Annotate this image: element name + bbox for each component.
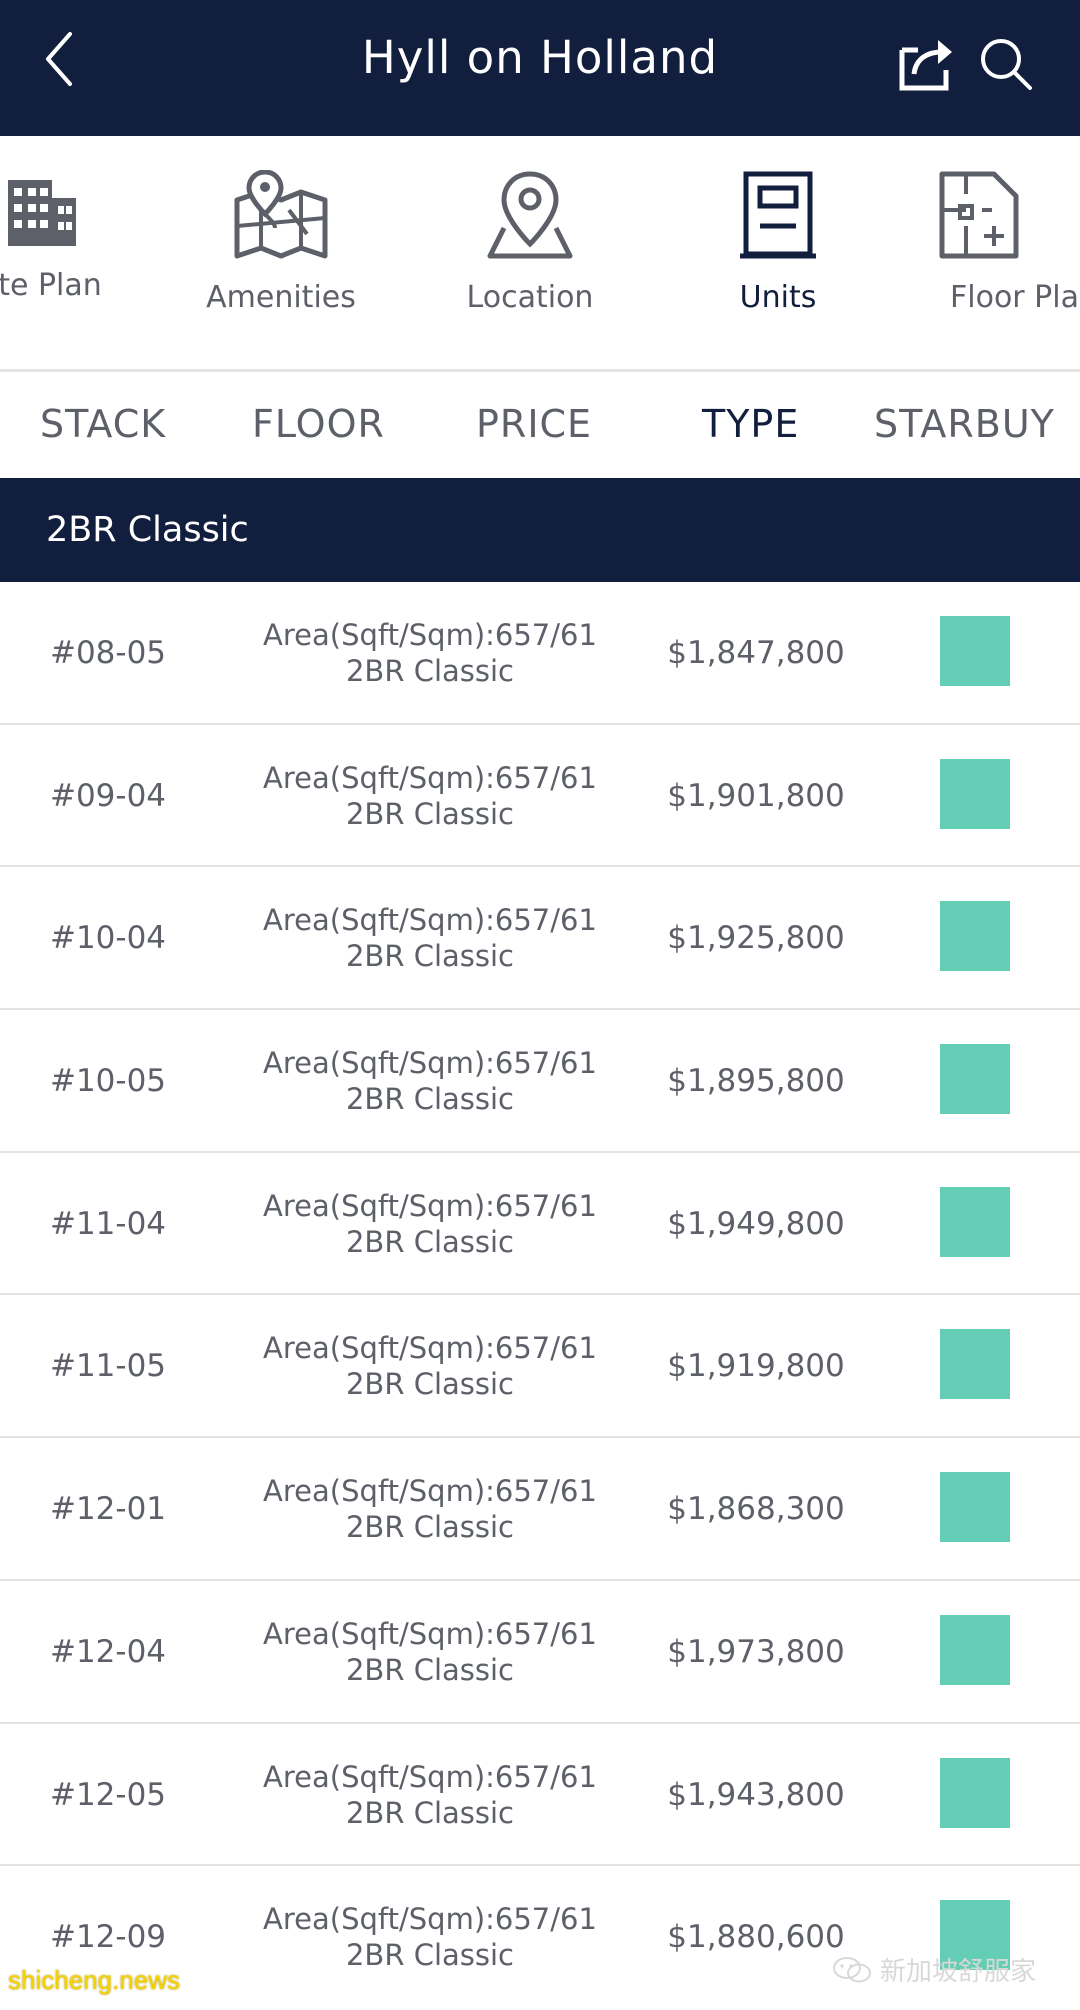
unit-type: 2BR Classic (345, 1652, 514, 1687)
table-row[interactable]: #08-05 Area(Sqft/Sqm):657/61 2BR Classic… (0, 582, 1080, 725)
tab-floor[interactable]: FLOOR (252, 402, 385, 446)
nav-item-label: Location (466, 280, 594, 315)
unit-info: Area(Sqft/Sqm):657/61 2BR Classic (240, 1438, 620, 1580)
unit-price: $1,868,300 (667, 1491, 845, 1528)
share-icon[interactable] (896, 34, 956, 94)
unit-info: Area(Sqft/Sqm):657/61 2BR Classic (240, 582, 620, 724)
units-list: #08-05 Area(Sqft/Sqm):657/61 2BR Classic… (0, 582, 1080, 2009)
unit-info: Area(Sqft/Sqm):657/61 2BR Classic (240, 1724, 620, 1866)
nav-item-label: te Plan (0, 268, 102, 303)
unit-type: 2BR Classic (345, 1795, 514, 1830)
unit-area: Area(Sqft/Sqm):657/61 (263, 1759, 597, 1794)
app-header: Hyll on Holland (0, 0, 1080, 136)
tab-starbuy[interactable]: STARBUY (874, 402, 1055, 446)
watermark-left: shicheng.news (8, 1965, 180, 1995)
table-row[interactable]: #11-04 Area(Sqft/Sqm):657/61 2BR Classic… (0, 1153, 1080, 1296)
nav-item-site-plan[interactable]: te Plan (0, 170, 160, 303)
table-row[interactable]: #12-04 Area(Sqft/Sqm):657/61 2BR Classic… (0, 1581, 1080, 1724)
starbuy-indicator (940, 1186, 1010, 1257)
door-icon (740, 171, 816, 259)
unit-price: $1,925,800 (667, 920, 845, 957)
table-row[interactable]: #10-04 Area(Sqft/Sqm):657/61 2BR Classic… (0, 867, 1080, 1011)
unit-stack: #12-04 (49, 1633, 167, 1670)
watermark-right-text: 新加坡舒服家 (880, 1957, 1037, 1987)
unit-price: $1,847,800 (667, 635, 845, 671)
starbuy-indicator (940, 616, 1010, 686)
tab-stack[interactable]: STACK (40, 402, 166, 446)
section-nav: te Plan Amenities Location Units Floor P… (0, 136, 1080, 372)
wechat-icon (833, 1956, 871, 1982)
unit-info: Area(Sqft/Sqm):657/61 2BR Classic (240, 1010, 620, 1152)
nav-item-label: Amenities (206, 280, 356, 315)
location-pin-icon (487, 171, 573, 259)
unit-stack: #09-04 (49, 777, 167, 814)
tab-type[interactable]: TYPE (702, 402, 799, 446)
unit-area: Area(Sqft/Sqm):657/61 (263, 1188, 597, 1223)
unit-stack: #11-05 (49, 1348, 167, 1385)
unit-area: Area(Sqft/Sqm):657/61 (263, 618, 597, 652)
unit-info: Area(Sqft/Sqm):657/61 2BR Classic (240, 867, 620, 1009)
unit-area: Area(Sqft/Sqm):657/61 (263, 760, 597, 795)
table-row[interactable]: #11-05 Area(Sqft/Sqm):657/61 2BR Classic… (0, 1295, 1080, 1439)
unit-type: 2BR Classic (345, 1510, 514, 1545)
watermark-right: 新加坡舒服家 (832, 1951, 1036, 1988)
unit-area: Area(Sqft/Sqm):657/61 (263, 1046, 597, 1081)
nav-item-label: Floor Pla (950, 280, 1079, 315)
map-pin-icon (234, 170, 328, 259)
unit-price: $1,901,800 (667, 777, 845, 814)
unit-stack: #08-05 (49, 635, 167, 671)
unit-area: Area(Sqft/Sqm):657/61 (263, 1474, 597, 1509)
starbuy-indicator (940, 1757, 1010, 1828)
unit-info: Area(Sqft/Sqm):657/61 2BR Classic (240, 1295, 620, 1437)
floor-plan-icon (939, 171, 1019, 259)
starbuy-indicator (940, 1044, 1010, 1115)
unit-price: $1,895,800 (667, 1063, 845, 1100)
sort-tabs: STACK FLOOR PRICE TYPE STARBUY (0, 374, 1080, 478)
unit-type: 2BR Classic (345, 939, 514, 974)
unit-area: Area(Sqft/Sqm):657/61 (263, 1616, 597, 1651)
table-row[interactable]: #12-01 Area(Sqft/Sqm):657/61 2BR Classic… (0, 1438, 1080, 1581)
table-row[interactable]: #10-05 Area(Sqft/Sqm):657/61 2BR Classic… (0, 1010, 1080, 1153)
unit-type: 2BR Classic (345, 796, 514, 831)
unit-stack: #12-01 (49, 1491, 167, 1528)
unit-info: Area(Sqft/Sqm):657/61 2BR Classic (240, 1581, 620, 1723)
unit-area: Area(Sqft/Sqm):657/61 (263, 903, 597, 938)
unit-type: 2BR Classic (345, 1224, 514, 1259)
nav-item-floor-plan[interactable]: Floor Pla (920, 170, 1080, 315)
search-icon[interactable] (978, 36, 1034, 92)
starbuy-indicator (940, 758, 1010, 829)
unit-price: $1,943,800 (667, 1776, 845, 1813)
table-row[interactable]: #09-04 Area(Sqft/Sqm):657/61 2BR Classic… (0, 725, 1080, 868)
nav-item-label: Units (739, 280, 817, 315)
unit-type: 2BR Classic (345, 1082, 514, 1117)
unit-type: 2BR Classic (345, 1938, 514, 1973)
unit-price: $1,973,800 (667, 1633, 845, 1670)
unit-stack: #12-05 (49, 1776, 167, 1813)
unit-info: Area(Sqft/Sqm):657/61 2BR Classic (240, 1153, 620, 1295)
unit-price: $1,919,800 (667, 1348, 845, 1385)
nav-item-amenities[interactable]: Amenities (171, 170, 391, 315)
nav-item-location[interactable]: Location (420, 170, 640, 315)
nav-item-units[interactable]: Units (668, 170, 888, 315)
unit-stack: #10-04 (49, 920, 167, 957)
building-icon (8, 180, 76, 246)
unit-type: 2BR Classic (345, 654, 514, 688)
unit-area: Area(Sqft/Sqm):657/61 (263, 1331, 597, 1366)
unit-stack: #11-04 (49, 1205, 167, 1242)
unit-price: $1,949,800 (667, 1205, 845, 1242)
starbuy-indicator (940, 1614, 1010, 1685)
starbuy-indicator (940, 1329, 1010, 1400)
unit-stack: #10-05 (49, 1063, 167, 1100)
unit-info: Area(Sqft/Sqm):657/61 2BR Classic (240, 1866, 620, 2008)
starbuy-indicator (940, 901, 1010, 972)
tab-price[interactable]: PRICE (476, 402, 592, 446)
table-row[interactable]: #12-05 Area(Sqft/Sqm):657/61 2BR Classic… (0, 1724, 1080, 1867)
unit-type: 2BR Classic (345, 1367, 514, 1402)
group-header: 2BR Classic (0, 478, 1080, 582)
unit-area: Area(Sqft/Sqm):657/61 (263, 1902, 597, 1937)
starbuy-indicator (940, 1472, 1010, 1543)
unit-info: Area(Sqft/Sqm):657/61 2BR Classic (240, 725, 620, 867)
